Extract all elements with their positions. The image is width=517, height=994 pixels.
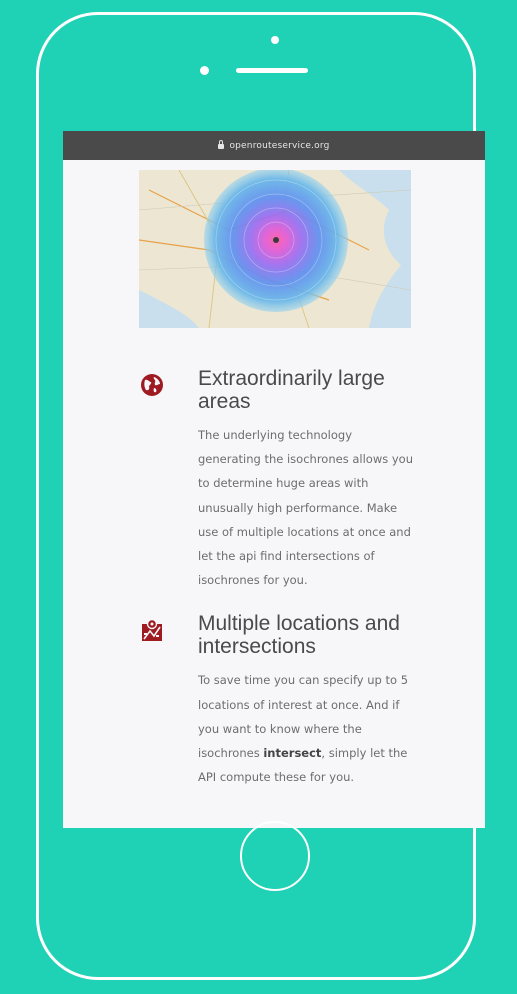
phone-screen: openrouteservice.org Extraordinarily lar… — [63, 131, 485, 828]
feature-description: The underlying technology generating the… — [198, 428, 414, 588]
lock-icon — [218, 140, 225, 149]
speaker-icon — [236, 68, 308, 73]
feature-multiple-locations: Multiple locations and intersections To … — [63, 612, 485, 789]
sensor-icon — [200, 66, 209, 75]
feature-title: Extraordinarily large areas — [198, 367, 385, 413]
feature-description-bold: intersect — [263, 746, 322, 761]
feature-large-areas: Extraordinarily large areas The underlyi… — [63, 367, 485, 592]
feature-description: To save time you can specify up to 5 loc… — [198, 668, 418, 789]
globe-icon — [141, 374, 163, 396]
isochrone-map — [139, 170, 411, 328]
browser-url-bar[interactable]: openrouteservice.org — [63, 131, 485, 160]
home-button[interactable] — [240, 821, 310, 891]
camera-icon — [271, 36, 279, 44]
isochrone-map-graphic — [139, 170, 411, 328]
url-text: openrouteservice.org — [229, 140, 330, 151]
feature-title: Multiple locations and intersections — [198, 612, 400, 659]
feature-list: Extraordinarily large areas The underlyi… — [63, 367, 485, 809]
map-pin-icon — [142, 619, 162, 642]
